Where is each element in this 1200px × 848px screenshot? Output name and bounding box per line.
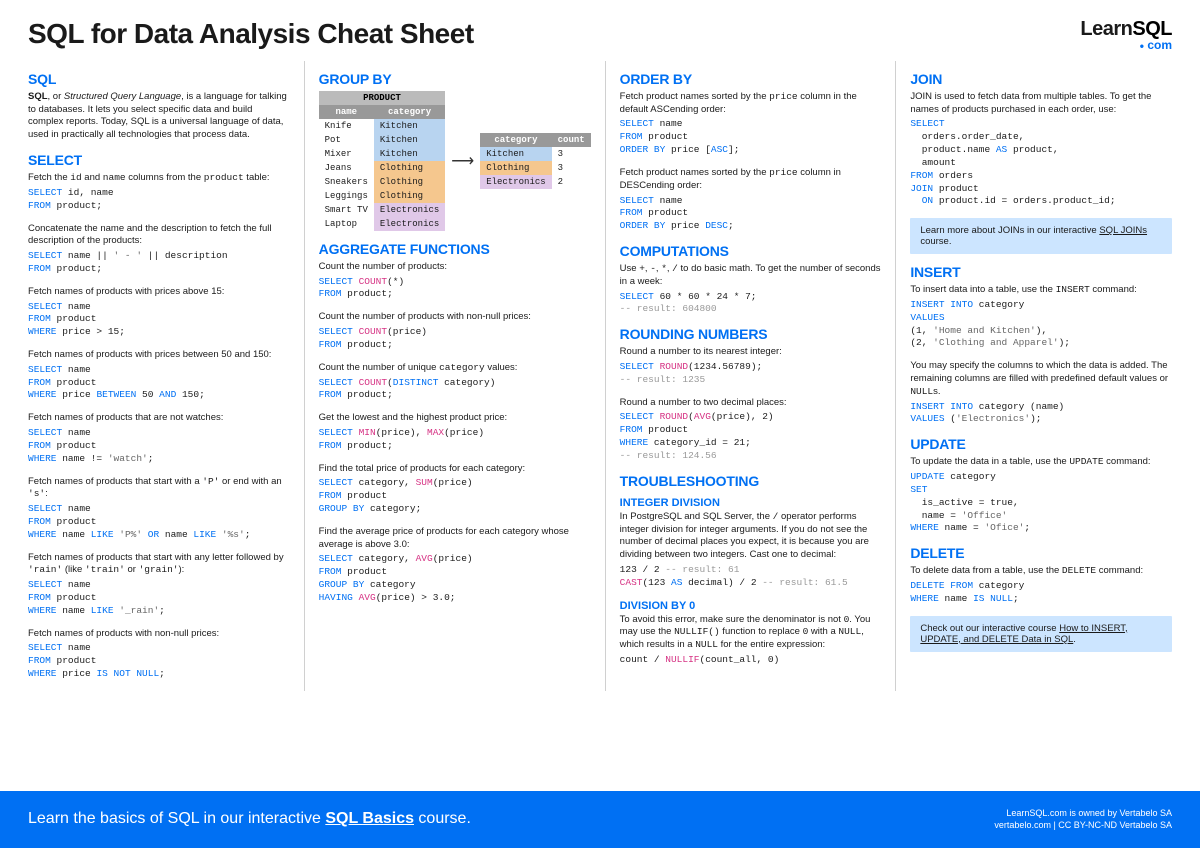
sql-heading: SQL <box>28 71 290 87</box>
content-columns: SQL SQL, or Structured Query Language, i… <box>0 61 1200 701</box>
div0-heading: DIVISION BY 0 <box>620 600 882 612</box>
computations-heading: COMPUTATIONS <box>620 243 882 259</box>
col-4: JOIN JOIN is used to fetch data from mul… <box>896 61 1172 691</box>
delete-heading: DELETE <box>910 545 1172 561</box>
select-heading: SELECT <box>28 152 290 168</box>
col-1: SQL SQL, or Structured Query Language, i… <box>28 61 305 691</box>
join-heading: JOIN <box>910 71 1172 87</box>
update-heading: UPDATE <box>910 436 1172 452</box>
page-title: SQL for Data Analysis Cheat Sheet <box>28 18 474 50</box>
intdiv-heading: INTEGER DIVISION <box>620 497 882 509</box>
col-3: ORDER BY Fetch product names sorted by t… <box>606 61 897 691</box>
footer-cta[interactable]: Learn the basics of SQL in our interacti… <box>28 810 471 828</box>
join-callout[interactable]: Learn more about JOINs in our interactiv… <box>910 218 1172 254</box>
insert-heading: INSERT <box>910 264 1172 280</box>
orderby-heading: ORDER BY <box>620 71 882 87</box>
groupby-heading: GROUP BY <box>319 71 591 87</box>
delete-callout[interactable]: Check out our interactive course How to … <box>910 616 1172 652</box>
logo: LearnSQL com <box>1080 18 1172 53</box>
troubleshooting-heading: TROUBLESHOOTING <box>620 473 882 489</box>
groupby-diagram: PRODUCTnamecategoryKnifeKitchenPotKitche… <box>319 91 591 231</box>
rounding-heading: ROUNDING NUMBERS <box>620 326 882 342</box>
sql-intro: SQL, or Structured Query Language, is a … <box>28 91 290 142</box>
footer: Learn the basics of SQL in our interacti… <box>0 791 1200 848</box>
aggregate-heading: AGGREGATE FUNCTIONS <box>319 241 591 257</box>
col-2: GROUP BY PRODUCTnamecategoryKnifeKitchen… <box>305 61 606 691</box>
arrow-icon: ⟶ <box>451 151 474 171</box>
footer-legal: LearnSQL.com is owned by Vertabelo SA ve… <box>994 807 1172 832</box>
